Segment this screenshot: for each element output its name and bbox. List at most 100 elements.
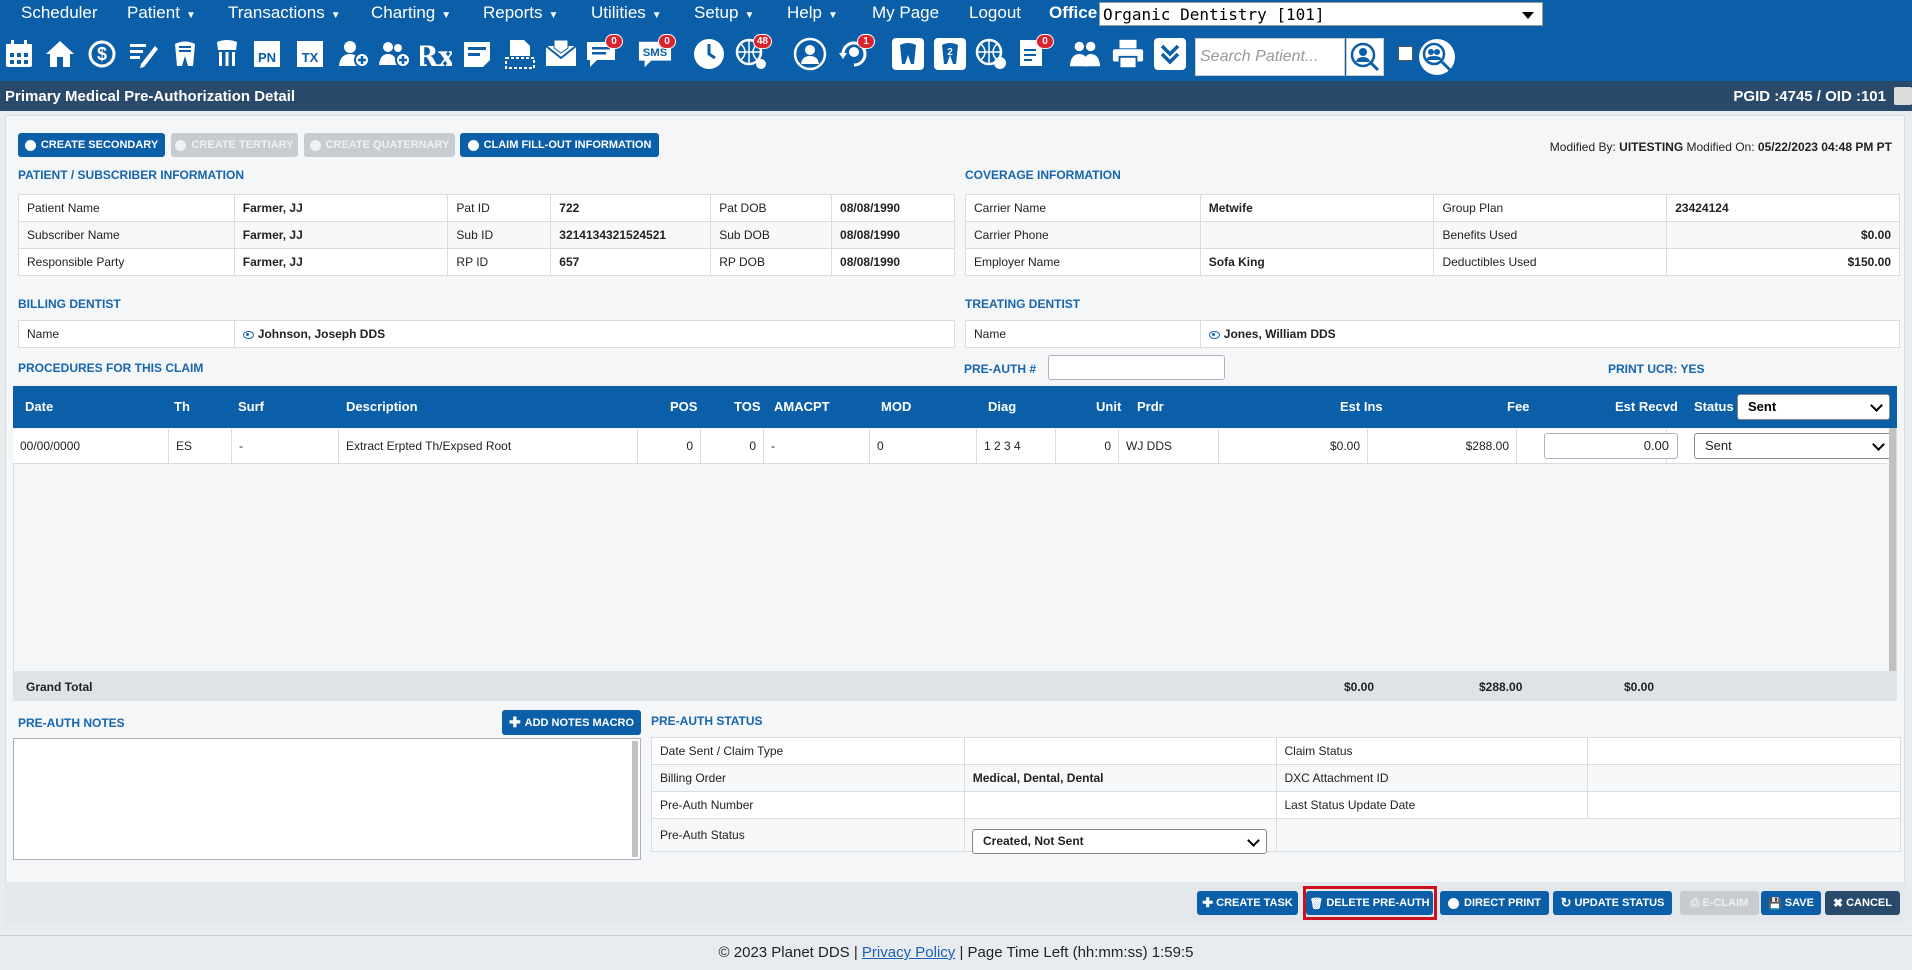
- preauth-status-select[interactable]: Created, Not Sent: [972, 829, 1267, 854]
- home-icon[interactable]: [43, 36, 77, 72]
- menu-transactions[interactable]: Transactions ▼: [228, 3, 341, 23]
- menu-patient[interactable]: Patient ▼: [127, 3, 196, 23]
- coverage-heading: COVERAGE INFORMATION: [965, 168, 1121, 182]
- office-select[interactable]: Organic Dentistry [101]: [1099, 2, 1543, 26]
- est-recvd-input[interactable]: 0.00: [1544, 433, 1678, 459]
- family-add-icon[interactable]: [377, 36, 411, 72]
- select-value: Sent: [1748, 399, 1777, 414]
- claim-doc-icon[interactable]: 0: [1016, 34, 1054, 72]
- dollar-refresh-icon[interactable]: $: [85, 36, 119, 72]
- notes-icon[interactable]: [460, 36, 494, 72]
- tooth-number-icon[interactable]: 2: [933, 36, 967, 72]
- field-label: Responsible Party: [18, 248, 235, 276]
- tooth-perio-icon[interactable]: [210, 36, 244, 72]
- footer: © 2023 Planet DDS | Privacy Policy | Pag…: [0, 935, 1912, 970]
- treatment-plan-icon[interactable]: TX: [293, 36, 327, 72]
- support-agent-icon[interactable]: [793, 36, 827, 72]
- menu-my-page[interactable]: My Page: [872, 3, 939, 23]
- field-label: DXC Attachment ID: [1275, 764, 1589, 792]
- modified-on-value: 05/22/2023 04:48 PM PT: [1757, 140, 1892, 154]
- page-title-bar: Primary Medical Pre-Authorization Detail…: [0, 81, 1912, 111]
- notes-scrollbar[interactable]: [632, 741, 638, 857]
- field-value: [1199, 221, 1435, 249]
- column-header-fee: Fee: [1507, 399, 1530, 414]
- edit-list-icon[interactable]: [126, 36, 160, 72]
- printer-icon[interactable]: [1111, 36, 1145, 72]
- claim-fill-out-button[interactable]: CLAIM FILL-OUT INFORMATION: [460, 133, 659, 157]
- field-value: [1587, 764, 1901, 792]
- preauth-number-input[interactable]: [1048, 355, 1225, 380]
- field-label: Carrier Phone: [965, 221, 1201, 249]
- grand-total-fee: $288.00: [1479, 680, 1523, 694]
- treating-dentist-name[interactable]: Jones, William DDS: [1199, 320, 1901, 348]
- progress-notes-icon[interactable]: PN: [250, 36, 284, 72]
- globe-users-icon[interactable]: 48: [734, 34, 772, 72]
- procedures-scrollbar[interactable]: [1889, 428, 1896, 671]
- menu-help[interactable]: Help ▼: [787, 3, 838, 23]
- add-notes-macro-button[interactable]: ✚ ADD NOTES MACRO: [502, 710, 641, 735]
- menu-scheduler[interactable]: Scheduler: [21, 3, 98, 23]
- field-label: Employer Name: [965, 248, 1201, 276]
- cell-amacpt: -: [764, 429, 870, 464]
- status-bulk-select[interactable]: Sent: [1737, 394, 1890, 420]
- menu-utilities[interactable]: Utilities ▼: [591, 3, 662, 23]
- field-label: Billing Order: [651, 764, 965, 792]
- cancel-button[interactable]: ✖ CANCEL: [1825, 891, 1900, 915]
- group-search-icon[interactable]: [1419, 39, 1455, 75]
- print-icon[interactable]: [1894, 87, 1912, 105]
- privacy-policy-link[interactable]: Privacy Policy: [862, 944, 955, 961]
- search-patient-input[interactable]: Search Patient...: [1195, 38, 1345, 76]
- messages-icon[interactable]: 0: [585, 34, 623, 72]
- create-quaternary-button: CREATE QUATERNARY: [304, 133, 455, 157]
- field-label: Last Status Update Date: [1275, 791, 1589, 819]
- field-label: Benefits Used: [1433, 221, 1668, 249]
- menu-logout[interactable]: Logout: [969, 3, 1021, 23]
- sms-icon[interactable]: SMS 0: [638, 34, 676, 72]
- field-label: Name: [965, 320, 1201, 348]
- cell-prdr: WJ DDS: [1119, 429, 1219, 464]
- save-button[interactable]: 💾 SAVE: [1761, 891, 1821, 915]
- tooth-chart-icon[interactable]: [168, 36, 202, 72]
- globe-settings-icon[interactable]: [974, 36, 1008, 72]
- menu-charting[interactable]: Charting ▼: [371, 3, 451, 23]
- expand-down-icon[interactable]: [1153, 36, 1187, 72]
- eye-icon[interactable]: [242, 330, 254, 339]
- update-status-button[interactable]: ↻ UPDATE STATUS: [1553, 891, 1672, 915]
- menu-label: My Page: [872, 3, 940, 22]
- document-scan-icon[interactable]: [503, 36, 537, 72]
- modified-info: Modified By: UITESTING Modified On: 05/2…: [1550, 140, 1892, 154]
- prescription-icon[interactable]: Rx: [419, 36, 453, 72]
- pn-label: PN: [258, 50, 276, 65]
- field-label: Carrier Name: [965, 194, 1201, 222]
- preauth-notes-textarea[interactable]: [13, 738, 641, 860]
- create-secondary-button[interactable]: CREATE SECONDARY: [18, 133, 165, 157]
- eye-icon[interactable]: [1208, 330, 1220, 339]
- caret-down-icon: ▼: [548, 10, 559, 21]
- svg-text:2: 2: [947, 47, 953, 58]
- search-patient-button[interactable]: [1346, 38, 1384, 76]
- help-refresh-icon[interactable]: 1: [837, 34, 875, 72]
- cell-surf: -: [232, 429, 339, 464]
- create-task-button[interactable]: ✚ CREATE TASK: [1197, 891, 1298, 915]
- direct-print-button[interactable]: DIRECT PRINT: [1440, 891, 1549, 915]
- search-checkbox[interactable]: [1398, 46, 1413, 61]
- menu-reports[interactable]: Reports ▼: [483, 3, 558, 23]
- field-label: Claim Status: [1275, 737, 1589, 765]
- caret-down-icon: ▼: [441, 10, 452, 21]
- button-label: CLAIM FILL-OUT INFORMATION: [483, 139, 652, 151]
- table-row: Carrier Name Metwife Group Plan 23424124: [965, 194, 1900, 222]
- add-patient-icon[interactable]: [336, 36, 370, 72]
- group-users-icon[interactable]: [1068, 36, 1102, 72]
- table-row: Subscriber Name Farmer, JJ Sub ID 32141343…: [18, 221, 955, 249]
- preauth-number-label: PRE-AUTH #: [964, 362, 1037, 376]
- billing-dentist-name[interactable]: Johnson, Joseph DDS: [233, 320, 956, 348]
- row-status-select[interactable]: Sent: [1694, 433, 1892, 459]
- field-value: Johnson, Joseph DDS: [257, 327, 386, 341]
- menu-setup[interactable]: Setup ▼: [694, 3, 754, 23]
- tooth-icon[interactable]: [891, 36, 925, 72]
- calendar-icon[interactable]: [2, 36, 36, 72]
- field-label: Deductibles Used: [1433, 248, 1668, 276]
- mail-icon[interactable]: [544, 36, 578, 72]
- clock-icon[interactable]: [692, 36, 726, 72]
- printer-icon: ⎙: [1690, 896, 1700, 909]
